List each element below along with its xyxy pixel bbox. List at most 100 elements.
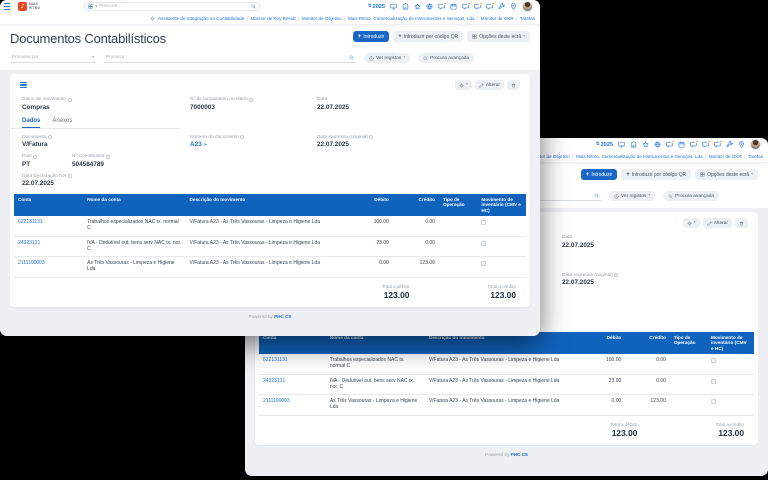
info-icon[interactable] <box>240 135 244 139</box>
account-link[interactable]: 2111100003 <box>18 260 45 266</box>
inventory-checkbox[interactable] <box>711 358 716 363</box>
year-selector[interactable]: ⇅ 2025 <box>368 4 385 10</box>
chevron-down-icon: ▾ <box>95 5 97 9</box>
inventory-checkbox[interactable] <box>481 220 486 225</box>
introduce-qr-button[interactable]: + Introduzir por código QR <box>393 31 463 42</box>
info-icon[interactable] <box>614 273 618 277</box>
total-credit: Total a crédito 123.00 <box>715 422 744 438</box>
search-icon[interactable] <box>594 193 599 198</box>
inventory-checkbox[interactable] <box>711 399 716 404</box>
plus-icon: + <box>358 34 362 40</box>
global-search-input[interactable]: ▾ Procurar... <box>84 2 260 11</box>
info-icon[interactable] <box>369 135 373 139</box>
gear-icon <box>687 221 692 226</box>
info-icon[interactable] <box>48 135 52 139</box>
phc-cs-link[interactable]: PHC CS <box>511 452 528 457</box>
record-settings-button[interactable]: ▾ <box>455 80 472 90</box>
info-icon[interactable] <box>68 174 72 178</box>
plus-icon: + <box>586 172 590 178</box>
delete-button[interactable] <box>507 80 520 90</box>
chevron-down-icon: ▾ <box>403 56 405 60</box>
inventory-checkbox[interactable] <box>711 379 716 384</box>
account-link[interactable]: 24323131 <box>18 240 40 246</box>
pencil-icon <box>707 221 712 226</box>
data-iva-value: 22.07.2025 <box>22 180 518 187</box>
quick-link-tarefas[interactable]: Tarefas <box>520 16 535 21</box>
info-icon[interactable] <box>106 155 110 159</box>
chat-icon[interactable] <box>474 3 481 10</box>
globe-icon[interactable] <box>426 3 433 10</box>
screen-options-button[interactable]: Opções deste ecrã ▾ <box>467 31 530 42</box>
calendar-icon[interactable] <box>678 141 685 148</box>
record-search-input[interactable]: Procurar <box>104 54 356 63</box>
tab-dados[interactable]: Dados <box>22 118 40 128</box>
user-avatar[interactable] <box>522 1 533 12</box>
quick-link-objetivo[interactable]: Monitor de Objetivo <box>302 16 342 21</box>
delete-button[interactable] <box>735 218 748 228</box>
account-link[interactable]: 2111100003 <box>263 398 290 404</box>
star-icon[interactable] <box>642 141 649 148</box>
monitor-icon[interactable] <box>618 141 625 148</box>
quick-link-okr[interactable]: Monitor de OKR <box>481 16 514 21</box>
info-icon[interactable] <box>68 98 72 102</box>
star-icon[interactable] <box>414 3 421 10</box>
total-debit: Total a débito 123.00 <box>610 422 637 438</box>
info-icon[interactable] <box>33 155 37 159</box>
quick-link-empresa[interactable]: Mais Ritmo, Comercialização de Instrumen… <box>348 16 475 21</box>
search-icon[interactable] <box>251 4 256 9</box>
introduce-qr-button[interactable]: + Introduzir por código QR <box>621 169 691 180</box>
notification-badge <box>467 2 471 6</box>
tab-anexos[interactable]: Anexos <box>52 118 72 128</box>
year-selector[interactable]: ⇅ 2025 <box>596 142 613 148</box>
info-icon[interactable] <box>249 98 253 102</box>
alter-button[interactable]: Alterar <box>703 218 732 228</box>
quick-link-okr[interactable]: Monitor de OKR <box>709 154 742 159</box>
phc-cs-link[interactable]: PHC CS <box>274 314 291 319</box>
quick-link-tarefas[interactable]: Tarefas <box>748 154 763 159</box>
app-window-front[interactable]: ♪ MAIS RITMO ▾ Procurar... ⇅ 2025 <box>0 0 540 336</box>
user-avatar[interactable] <box>750 139 761 150</box>
quick-link-empresa[interactable]: Mais Ritmo, Comercialização de Instrumen… <box>576 154 703 159</box>
advanced-search-button[interactable]: Procura avançada <box>663 191 719 201</box>
alter-button[interactable]: Alterar <box>475 80 504 90</box>
account-link[interactable]: 622131131 <box>18 219 43 225</box>
chat-icon[interactable] <box>462 3 469 10</box>
inventory-checkbox[interactable] <box>481 261 486 266</box>
account-link[interactable]: 24323131 <box>263 378 285 384</box>
building-icon[interactable] <box>402 3 409 10</box>
search-by-select[interactable]: Procurar por ▾ <box>10 54 96 63</box>
search-icon[interactable] <box>349 55 354 60</box>
screen-options-button[interactable]: Opções deste ecrã ▾ <box>695 169 758 180</box>
chat-icon[interactable] <box>666 141 673 148</box>
location-pin-icon[interactable] <box>510 3 517 10</box>
chat-icon[interactable] <box>714 141 721 148</box>
building-icon[interactable] <box>630 141 637 148</box>
numero-documento-link[interactable]: A23 <box>190 141 202 148</box>
chat-icon[interactable] <box>690 141 697 148</box>
view-records-button[interactable]: Ver registos ▾ <box>364 53 410 63</box>
music-note-icon: ♪ <box>18 2 27 11</box>
app-menu-icon[interactable] <box>4 3 10 10</box>
wrench-icon[interactable] <box>498 3 505 10</box>
introduce-button[interactable]: + Introduzir <box>353 31 389 42</box>
monitor-icon[interactable] <box>390 3 397 10</box>
view-records-button[interactable]: Ver registos ▾ <box>609 191 655 201</box>
record-menu-icon[interactable] <box>20 82 27 89</box>
quick-link-key-result[interactable]: Monitor de Key Result <box>250 16 295 21</box>
brand-logo[interactable]: ♪ MAIS RITMO <box>18 2 40 11</box>
globe-icon[interactable] <box>654 141 661 148</box>
chat-icon[interactable] <box>438 3 445 10</box>
wrench-icon[interactable] <box>726 141 733 148</box>
inventory-checkbox[interactable] <box>481 241 486 246</box>
location-pin-icon[interactable] <box>738 141 745 148</box>
quick-link-assistente[interactable]: Assistente de Integração na Contabilidad… <box>158 16 244 21</box>
search-icon <box>423 56 428 61</box>
advanced-search-button[interactable]: Procura avançada <box>418 53 474 63</box>
gear-icon <box>150 16 155 21</box>
chat-icon[interactable] <box>702 141 709 148</box>
account-link[interactable]: 622131131 <box>263 357 288 363</box>
introduce-button[interactable]: + Introduzir <box>581 169 617 180</box>
chat-icon[interactable] <box>486 3 493 10</box>
record-settings-button[interactable]: ▾ <box>683 218 700 228</box>
calendar-icon[interactable] <box>450 3 457 10</box>
